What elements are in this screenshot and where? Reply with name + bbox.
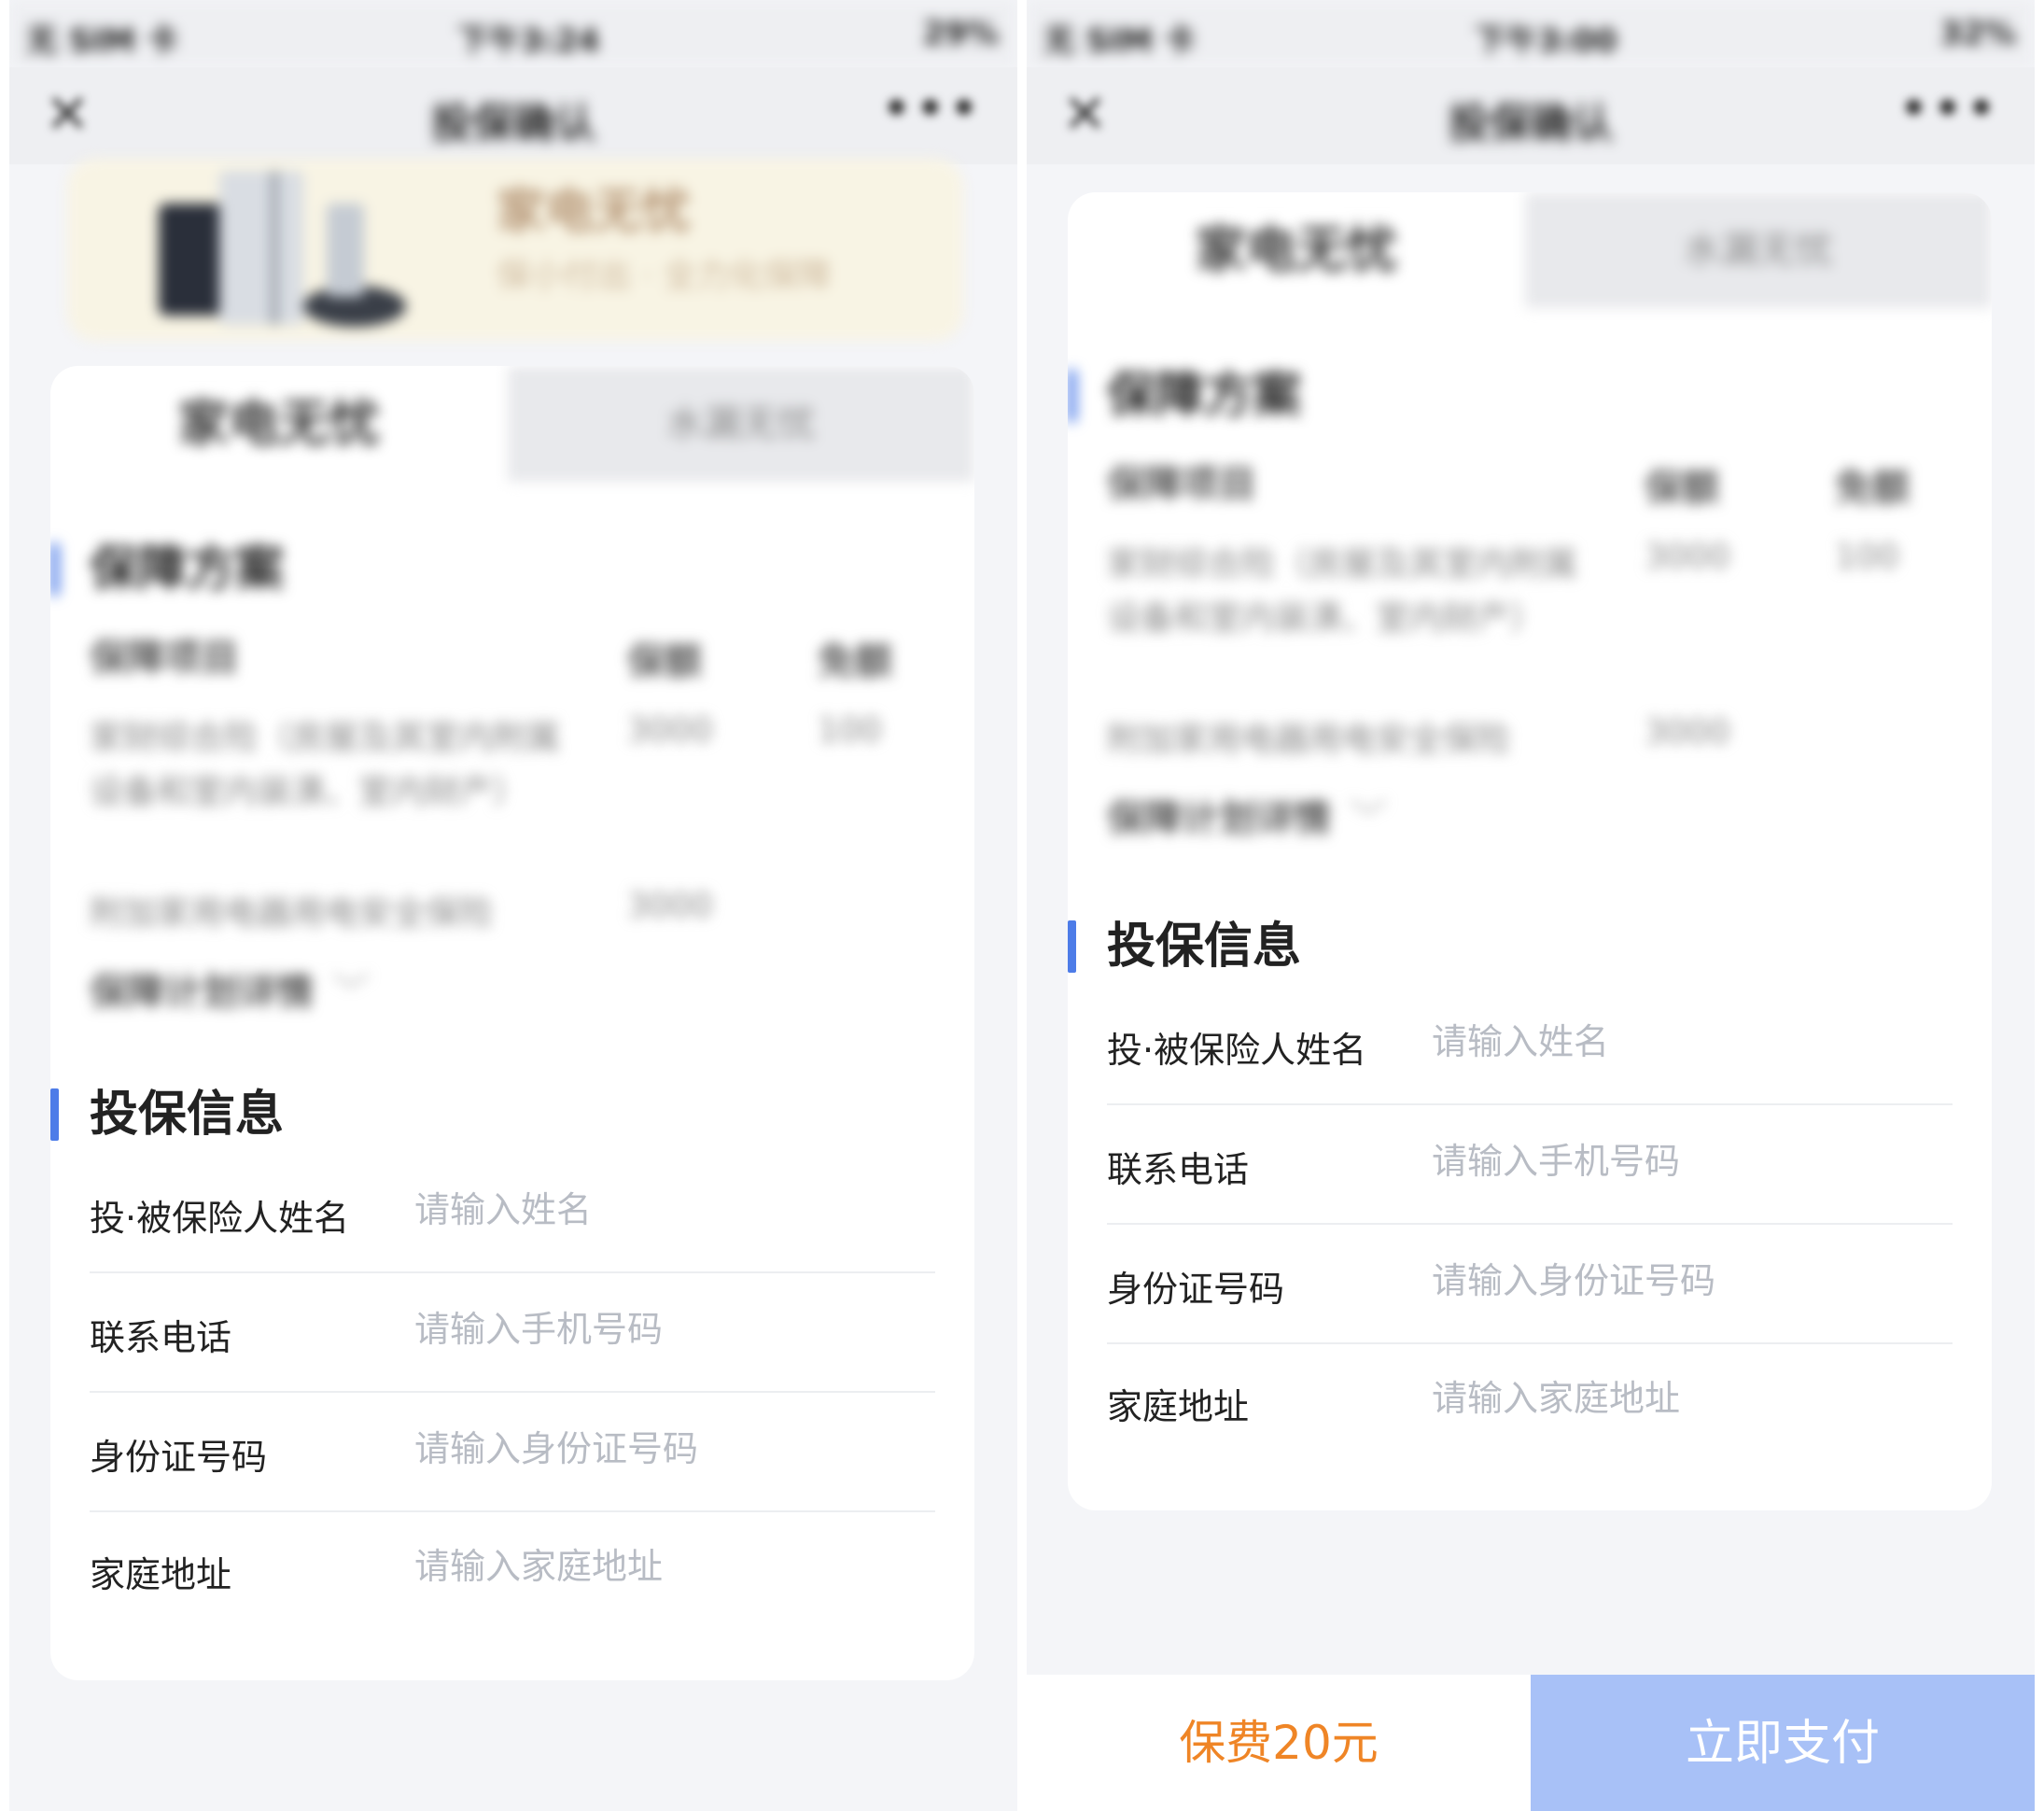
phone-label: 联系电话: [90, 1317, 232, 1358]
address-label: 家庭地址: [90, 1554, 232, 1595]
coverage-amount: 3000: [1645, 538, 1730, 576]
section-marker: [50, 543, 59, 596]
coverage-section-header: 保障方案: [1068, 366, 1992, 431]
coverage-item-name: 附加家用电器用电安全保险: [90, 894, 494, 933]
coverage-amount: 3000: [1645, 713, 1730, 751]
form-row-name: 投·被保险人姓名: [90, 1152, 935, 1273]
name-input[interactable]: [414, 1182, 918, 1238]
battery-text: 29%: [922, 15, 999, 52]
clock-text: 下午3:24: [457, 22, 600, 60]
policy-card: 家电无忧 水漏无忧 保障方案 保障项目 保额 免额 家财综合险（房屋及其室内附属…: [1068, 192, 1992, 1510]
coverage-deductible: 100: [818, 711, 882, 750]
coverage-item-name: 家财综合险（房屋及其室内附属设备和室内装潢、室内财产）: [90, 719, 561, 811]
tab-water-leak[interactable]: 水漏无忧: [1525, 192, 1992, 308]
insured-section-header: 投保信息: [50, 1085, 974, 1150]
status-bar: 无 SIM 卡 下午3:24 29%: [9, 0, 1017, 67]
address-input[interactable]: [414, 1538, 918, 1594]
id-number-label: 身份证号码: [90, 1437, 268, 1478]
name-input[interactable]: [1432, 1014, 1936, 1070]
form-row-address: 家庭地址: [90, 1509, 935, 1628]
tab-appliance[interactable]: 家电无忧: [1068, 192, 1525, 308]
section-marker: [1068, 370, 1076, 422]
chevron-down-icon: ﹀: [1350, 797, 1387, 840]
header-amount: 保额: [627, 640, 702, 683]
header-amount: 保额: [1645, 467, 1719, 510]
more-icon[interactable]: •••: [880, 77, 982, 140]
left-screen: 无 SIM 卡 下午3:24 29% ✕ 投保确认 ••• 家电无忧 保小付出 …: [9, 0, 1017, 1811]
form-row-address: 家庭地址: [1107, 1341, 1953, 1460]
plan-details-link[interactable]: 保障计划详情 ﹀: [1107, 788, 1387, 842]
form-row-id: 身份证号码: [90, 1391, 935, 1512]
nav-bar: ✕ 投保确认 •••: [9, 67, 1017, 164]
policy-card: 家电无忧 水漏无忧 保障方案 保障项目 保额 免额 家财综合险（房屋及其室内附属…: [50, 366, 974, 1680]
id-number-input[interactable]: [414, 1421, 918, 1477]
product-banner: 家电无忧 保小付出 · 全力化保障: [67, 159, 963, 341]
insured-info-title: 投保信息: [1107, 919, 1302, 975]
header-item: 保障项目: [1107, 463, 1256, 506]
coverage-item-name: 附加家用电器用电安全保险: [1107, 721, 1511, 759]
coverage-table-header: 保障项目 保额 免额: [1107, 457, 1984, 513]
coverage-item-name: 家财综合险（房屋及其室内附属设备和室内装潢、室内财产）: [1107, 545, 1578, 638]
nav-bar: ✕ 投保确认 •••: [1027, 67, 2035, 164]
clock-text: 下午3:00: [1475, 22, 1617, 60]
name-label: 投·被保险人姓名: [90, 1198, 350, 1239]
id-number-label: 身份证号码: [1107, 1269, 1285, 1310]
form-row-name: 投·被保险人姓名: [1107, 984, 1953, 1105]
banner-subtitle: 保小付出 · 全力化保障: [497, 257, 832, 295]
tab-appliance[interactable]: 家电无忧: [50, 366, 508, 482]
more-icon[interactable]: •••: [1897, 77, 1999, 140]
name-label: 投·被保险人姓名: [1107, 1030, 1367, 1071]
page-title: 投保确认: [1449, 100, 1613, 147]
phone-input[interactable]: [414, 1301, 918, 1357]
insured-info-title: 投保信息: [90, 1087, 285, 1143]
battery-text: 32%: [1939, 15, 2016, 52]
form-row-phone: 联系电话: [90, 1271, 935, 1393]
coverage-deductible: 100: [1835, 538, 1899, 576]
coverage-table-header: 保障项目 保额 免额: [90, 631, 967, 687]
chevron-down-icon: ﹀: [332, 971, 370, 1014]
insured-section-header: 投保信息: [1068, 917, 1992, 982]
header-deductible: 免额: [1835, 467, 1910, 510]
coverage-title: 保障方案: [1107, 368, 1302, 424]
payment-bar: 保费20元 立即支付: [1027, 1675, 2035, 1811]
carrier-text: 无 SIM 卡: [1043, 22, 1196, 60]
section-marker: [50, 1088, 59, 1141]
table-row: 附加家用电器用电安全保险 3000: [1107, 713, 1984, 769]
id-number-input[interactable]: [1432, 1253, 1936, 1309]
right-screen: 无 SIM 卡 下午3:00 32% ✕ 投保确认 ••• 家电无忧 水漏无忧 …: [1027, 0, 2035, 1811]
plan-details-link[interactable]: 保障计划详情 ﹀: [90, 962, 370, 1016]
address-input[interactable]: [1432, 1370, 1936, 1426]
phone-input[interactable]: [1432, 1133, 1936, 1189]
address-label: 家庭地址: [1107, 1386, 1250, 1427]
header-item: 保障项目: [90, 637, 239, 680]
banner-title: 家电无忧: [497, 184, 692, 240]
coverage-title: 保障方案: [90, 541, 285, 597]
form-row-id: 身份证号码: [1107, 1223, 1953, 1344]
table-row: 家财综合险（房屋及其室内附属设备和室内装潢、室内财产） 3000 100: [1107, 538, 1984, 706]
coverage-amount: 3000: [627, 711, 713, 750]
table-row: 附加家用电器用电安全保险 3000: [90, 887, 967, 943]
status-bar: 无 SIM 卡 下午3:00 32%: [1027, 0, 2035, 67]
coverage-amount: 3000: [627, 887, 713, 925]
header-deductible: 免额: [818, 640, 892, 683]
plan-details-label: 保障计划详情: [1107, 797, 1331, 840]
page-title: 投保确认: [431, 100, 595, 147]
pay-now-button[interactable]: 立即支付: [1531, 1675, 2035, 1811]
tab-water-leak[interactable]: 水漏无忧: [508, 366, 974, 482]
appliance-image: [159, 171, 406, 327]
form-row-phone: 联系电话: [1107, 1103, 1953, 1225]
section-marker: [1068, 920, 1076, 973]
phone-label: 联系电话: [1107, 1149, 1250, 1190]
carrier-text: 无 SIM 卡: [26, 22, 178, 60]
coverage-section-header: 保障方案: [50, 540, 974, 605]
table-row: 家财综合险（房屋及其室内附属设备和室内装潢、室内财产） 3000 100: [90, 711, 967, 879]
premium-amount: 保费20元: [1179, 1716, 1379, 1770]
plan-details-label: 保障计划详情: [90, 971, 314, 1014]
